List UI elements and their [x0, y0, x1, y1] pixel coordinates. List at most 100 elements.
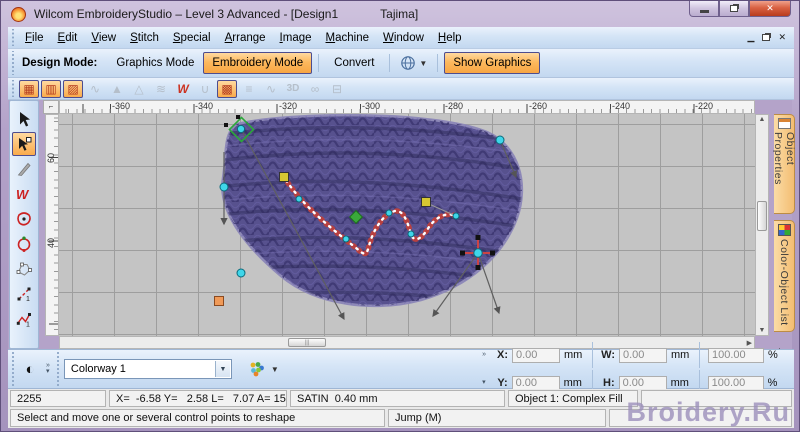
menu-arrange[interactable]: Arrange: [218, 30, 273, 46]
3d-effect-icon[interactable]: 3D: [283, 80, 303, 98]
satin-special-icon[interactable]: △: [129, 80, 149, 98]
embroidery-mode-button[interactable]: Embroidery Mode: [203, 52, 313, 74]
scroll-down-icon[interactable]: ▼: [756, 327, 768, 334]
status-bar-bottom: Select and move one or several control p…: [8, 408, 794, 428]
minimize-button[interactable]: [689, 1, 719, 17]
hruler-label: -320: [279, 101, 298, 111]
toolbar-grip[interactable]: [10, 29, 15, 46]
run-digitize-tool[interactable]: 1: [12, 282, 36, 306]
wave-effect-icon[interactable]: ∿: [261, 80, 281, 98]
color-object-list-icon: [777, 224, 791, 236]
tab-object-properties[interactable]: Object Properties: [772, 114, 796, 214]
run-stitch-icon[interactable]: ∪: [195, 80, 215, 98]
color-palette-button[interactable]: [246, 359, 268, 379]
x-label: X:: [497, 349, 508, 361]
design-view-icon[interactable]: ◐: [18, 357, 42, 381]
zigzag-stitch-icon[interactable]: ≋: [151, 80, 171, 98]
workspace: W 1 1 ⌐ -360 -340 -320 -300 -280 -260 -2…: [8, 100, 796, 361]
menu-help[interactable]: Help: [431, 30, 469, 46]
stitch-texture: [222, 115, 522, 306]
vruler-label: 40: [46, 237, 57, 249]
entry-point-handle[interactable]: [279, 172, 289, 182]
hruler-label: -340: [195, 101, 214, 111]
menu-file[interactable]: File: [18, 30, 51, 46]
toolbar-overflow[interactable]: »: [482, 351, 486, 358]
tatami-fill-icon[interactable]: ▦: [19, 79, 39, 98]
graphics-mode-button[interactable]: Graphics Mode: [107, 52, 203, 74]
globe-dropdown-caret[interactable]: ▼: [419, 59, 427, 68]
toolbar-overflow[interactable]: ▾: [482, 379, 486, 386]
vertical-scrollbar-thumb[interactable]: [757, 201, 767, 231]
stereo-view-icon[interactable]: ∞: [305, 80, 325, 98]
colorway-selected-value: Colorway 1: [70, 363, 126, 375]
design-canvas[interactable]: [59, 114, 755, 336]
scroll-up-icon[interactable]: ▲: [756, 116, 768, 123]
w-input[interactable]: [619, 347, 667, 363]
mdi-close-icon[interactable]: ✕: [778, 32, 786, 43]
exit-point-handle[interactable]: [421, 197, 431, 207]
reshape-tool[interactable]: [12, 132, 36, 156]
horizontal-scrollbar-thumb[interactable]: [288, 338, 326, 347]
pointer-coordinates: X= -6.58 Y= 2.58 L= 7.07 A= 158.56: [109, 390, 287, 407]
mdi-minimize-icon[interactable]: ▁: [748, 32, 755, 43]
node-polygon-icon: [16, 262, 32, 276]
contour-stitch-icon[interactable]: ∿: [85, 80, 105, 98]
menu-edit[interactable]: Edit: [51, 30, 85, 46]
status-spare-cell-2: [609, 409, 792, 427]
fancy-fill-icon[interactable]: ▨: [63, 79, 83, 98]
vertical-scrollbar[interactable]: ▲ ▼: [755, 114, 769, 336]
motif-fill-icon[interactable]: ▥: [41, 79, 61, 98]
knife-tool[interactable]: [12, 157, 36, 181]
design-mode-toolbar: Design Mode: Graphics Mode Embroidery Mo…: [8, 49, 794, 78]
select-tool[interactable]: [12, 107, 36, 131]
stitch-count: 2255: [10, 390, 106, 407]
toolbar-grip[interactable]: [10, 80, 15, 97]
mdi-restore-icon[interactable]: [762, 33, 771, 43]
reshape-object-tool[interactable]: [12, 257, 36, 281]
tab-color-object-list[interactable]: Color-Object List: [774, 220, 795, 332]
edge-node[interactable]: [236, 268, 246, 278]
pattern-stamp-icon[interactable]: ▩: [217, 79, 237, 98]
lettering-tool[interactable]: W: [12, 182, 36, 206]
palette-dropdown-caret[interactable]: ▼: [271, 365, 279, 374]
restore-button[interactable]: [719, 1, 749, 17]
stemstitch-icon[interactable]: W: [173, 80, 193, 98]
svg-text:W: W: [16, 187, 30, 202]
combo-dropdown-icon[interactable]: ▼: [214, 361, 230, 377]
scale-x-input[interactable]: [708, 347, 764, 363]
x-input[interactable]: [512, 347, 560, 363]
colorway-select[interactable]: Colorway 1 ▼: [63, 359, 232, 379]
x-unit: mm: [564, 349, 583, 361]
window-title: Wilcom EmbroideryStudio – Level 3 Advanc…: [34, 7, 339, 21]
svg-text:1: 1: [26, 322, 30, 329]
toolbar-grip[interactable]: [55, 352, 61, 386]
closed-shape-tool[interactable]: [12, 207, 36, 231]
menu-machine[interactable]: Machine: [319, 30, 376, 46]
menu-special[interactable]: Special: [166, 30, 218, 46]
toolbar-overflow[interactable]: » ▾: [46, 362, 50, 375]
hruler-label: -240: [612, 101, 631, 111]
close-button[interactable]: ✕: [749, 1, 791, 17]
edge-node[interactable]: [495, 135, 505, 145]
hruler-label: -280: [445, 101, 464, 111]
stitch-lines-icon[interactable]: ≡: [239, 80, 259, 98]
triple-run-tool[interactable]: 1: [12, 307, 36, 331]
hoop-globe-button[interactable]: ▼: [396, 53, 431, 73]
basket-weave-icon[interactable]: ⊟: [327, 80, 347, 98]
toolbar-grip[interactable]: [10, 352, 15, 386]
show-graphics-button[interactable]: Show Graphics: [444, 52, 541, 74]
menu-image[interactable]: Image: [273, 30, 319, 46]
status-spare-cell: [641, 390, 792, 407]
ruler-origin-box[interactable]: ⌐: [43, 100, 59, 114]
toolbar-grip[interactable]: [10, 51, 15, 75]
menu-view[interactable]: View: [84, 30, 123, 46]
circle-tool[interactable]: [12, 232, 36, 256]
edge-node[interactable]: [219, 182, 229, 192]
convert-button[interactable]: Convert: [325, 52, 383, 74]
menu-window[interactable]: Window: [376, 30, 431, 46]
menu-stitch[interactable]: Stitch: [123, 30, 166, 46]
satin-stitch-icon[interactable]: ▲: [107, 80, 127, 98]
reshape-arrow-icon: [19, 137, 32, 151]
anchor-handle[interactable]: [214, 296, 224, 306]
y-unit: mm: [563, 377, 582, 389]
